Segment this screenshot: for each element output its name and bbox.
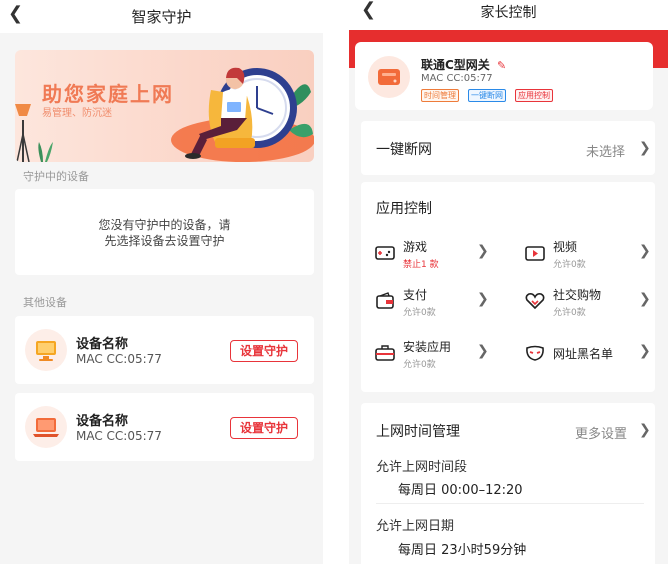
empty-protected-card: 您没有守护中的设备，请 先选择设备去设置守护: [15, 189, 314, 275]
wallet-icon: [376, 292, 394, 309]
tag-time-management: 时间管理: [421, 89, 459, 102]
allowed-period-label: 允许上网时间段: [376, 460, 468, 475]
device-card[interactable]: 设备名称 MAC CC:05:77 设置守护: [15, 393, 314, 461]
time-management-title: 上网时间管理: [376, 424, 460, 440]
app-item-install[interactable]: 安装应用 允许0款 ❯: [361, 334, 508, 374]
chevron-right-icon: ❯: [477, 243, 489, 259]
monitor-icon: [36, 341, 56, 361]
page-title: 智家守护: [131, 8, 192, 26]
app-item-video[interactable]: 视频 允许0款 ❯: [511, 234, 655, 274]
mask-icon: [526, 345, 544, 361]
device-name: 设备名称: [76, 414, 129, 429]
app-status: 允许0款: [403, 360, 436, 370]
divider: [376, 503, 644, 504]
edit-icon[interactable]: ✎: [497, 59, 506, 72]
promo-banner[interactable]: 助您家庭上网 易管理、防沉迷: [15, 50, 314, 162]
time-management-card: 上网时间管理 更多设置 ❯ 允许上网时间段 每周日 00:00–12:20 允许…: [361, 403, 655, 564]
chevron-right-icon: ❯: [477, 343, 489, 359]
chevron-right-icon: ❯: [477, 291, 489, 307]
app-name: 游戏: [403, 240, 428, 254]
smart-home-guard-screen: ❮ 智家守护 助您家庭上网 易管理、防沉迷 守护中的设备 您没有守护中的设备，请…: [0, 0, 323, 564]
gateway-name-text: 联通C型网关: [421, 58, 490, 72]
toolbox-icon: [375, 345, 395, 361]
page-title: 家长控制: [480, 5, 537, 21]
app-item-game[interactable]: 游戏 禁止1 款 ❯: [361, 234, 508, 274]
tag-app-control: 应用控制: [515, 89, 553, 102]
chevron-right-icon: ❯: [639, 243, 651, 259]
disconnect-label: 一键断网: [376, 142, 432, 158]
other-devices-label: 其他设备: [23, 296, 67, 309]
app-name: 支付: [403, 288, 428, 302]
app-status: 禁止1 款: [403, 260, 439, 270]
chevron-right-icon: ❯: [639, 140, 651, 156]
gateway-mac: MAC CC:05:77: [421, 73, 493, 84]
nav-bar: ❮ 家长控制: [349, 0, 668, 30]
allowed-period-value[interactable]: 每周日 00:00–12:20: [398, 479, 523, 498]
one-key-disconnect-row[interactable]: 一键断网 未选择 ❯: [361, 121, 655, 175]
game-icon: [375, 246, 395, 260]
nav-bar: ❮ 智家守护: [0, 0, 323, 33]
allowed-date-value[interactable]: 每周日 23小时59分钟: [398, 539, 526, 558]
app-name: 安装应用: [403, 340, 452, 354]
app-name: 视频: [553, 240, 578, 254]
chevron-right-icon: ❯: [639, 291, 651, 307]
app-status: 允许0款: [553, 308, 586, 318]
gateway-avatar: [368, 56, 410, 98]
video-icon: [525, 246, 545, 261]
set-protect-button[interactable]: 设置守护: [230, 340, 298, 362]
laptop-icon: [33, 418, 59, 437]
set-protect-button[interactable]: 设置守护: [230, 417, 298, 439]
device-card[interactable]: 设备名称 MAC CC:05:77 设置守护: [15, 316, 314, 384]
banner-title: 助您家庭上网: [42, 82, 174, 106]
app-item-social-shopping[interactable]: 社交购物 允许0款 ❯: [511, 282, 655, 322]
app-control-title: 应用控制: [376, 201, 432, 217]
app-item-url-blacklist[interactable]: 网址黑名单 ❯: [511, 334, 655, 374]
tag-one-key-disconnect: 一键断网: [468, 89, 506, 102]
chevron-right-icon: ❯: [639, 343, 651, 359]
heart-icon: [525, 293, 545, 310]
app-status: 允许0款: [403, 308, 436, 318]
app-status: 允许0款: [553, 260, 586, 270]
device-mac: MAC CC:05:77: [76, 352, 162, 366]
empty-text-line2: 先选择设备去设置守护: [104, 234, 225, 248]
device-avatar: [25, 406, 67, 448]
app-control-card: 应用控制 游戏 禁止1 款 ❯ 视频 允许0款 ❯ 支付 允许0款 ❯ 社交购物…: [361, 182, 655, 392]
allowed-date-label: 允许上网日期: [376, 519, 455, 534]
protected-devices-label: 守护中的设备: [23, 170, 89, 183]
more-settings-link[interactable]: 更多设置: [575, 423, 627, 442]
disconnect-value: 未选择: [586, 145, 626, 160]
app-name: 网址黑名单: [553, 347, 614, 361]
parental-control-screen: ❮ 家长控制 联通C型网关 ✎ MAC CC:05:77 时间管理 一键断网 应…: [349, 0, 668, 564]
device-avatar: [25, 329, 67, 371]
gateway-card[interactable]: 联通C型网关 ✎ MAC CC:05:77 时间管理 一键断网 应用控制: [355, 42, 653, 110]
gateway-name: 联通C型网关 ✎: [421, 56, 506, 73]
chevron-right-icon[interactable]: ❯: [639, 422, 651, 438]
banner-subtitle: 易管理、防沉迷: [42, 108, 112, 119]
app-item-payment[interactable]: 支付 允许0款 ❯: [361, 282, 508, 322]
app-name: 社交购物: [553, 288, 602, 302]
empty-text-line1: 您没有守护中的设备，请: [98, 218, 231, 232]
device-name: 设备名称: [76, 337, 129, 352]
device-mac: MAC CC:05:77: [76, 429, 162, 443]
router-icon: [378, 69, 400, 85]
